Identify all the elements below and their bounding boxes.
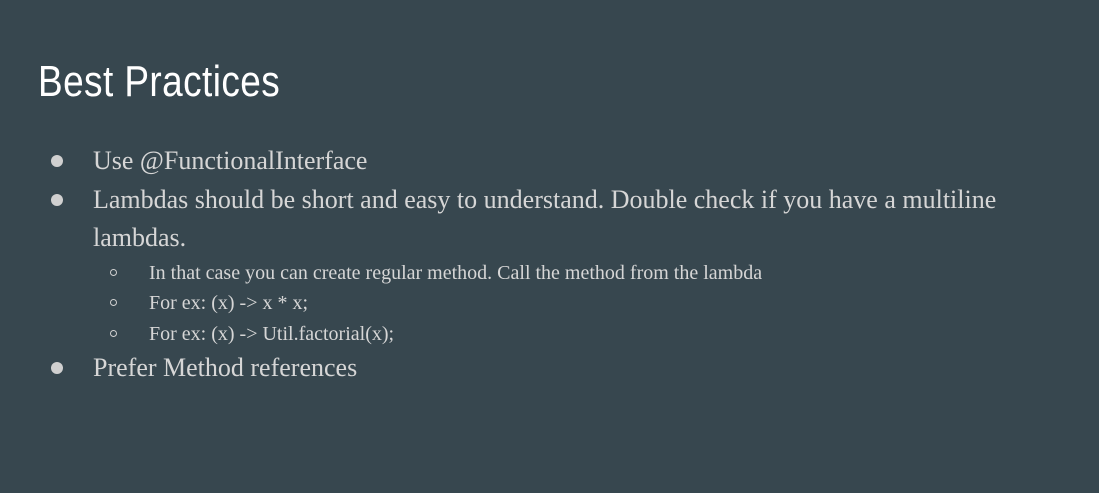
sub-bullet-item: In that case you can create regular meth… — [0, 258, 1099, 289]
bullet-item: Lambdas should be short and easy to unde… — [0, 181, 1013, 258]
sub-bullet-text: In that case you can create regular meth… — [149, 261, 763, 284]
bullet-list: Use @FunctionalInterface Lambdas should … — [0, 142, 1099, 388]
bullet-item: Prefer Method references — [0, 349, 1013, 388]
bullet-text: Lambdas should be short and easy to unde… — [93, 184, 997, 253]
bullet-dot-icon — [51, 362, 63, 374]
slide: Best Practices Use @FunctionalInterface … — [0, 0, 1099, 493]
bullet-dot-icon — [51, 193, 63, 206]
bullet-item: Use @FunctionalInterface — [0, 142, 1013, 181]
hollow-bullet-icon — [110, 329, 117, 337]
sub-bullet-text: For ex: (x) -> x * x; — [149, 292, 309, 314]
bullet-text: Prefer Method references — [93, 353, 358, 382]
sub-bullet-item: For ex: (x) -> x * x; — [0, 288, 1099, 319]
bullet-dot-icon — [51, 155, 63, 167]
bullet-text: Use @FunctionalInterface — [93, 146, 368, 175]
sub-bullet-item: For ex: (x) -> Util.factorial(x); — [0, 319, 1099, 350]
slide-title: Best Practices — [38, 57, 281, 106]
hollow-bullet-icon — [110, 299, 117, 306]
hollow-bullet-icon — [110, 268, 117, 276]
sub-bullet-text: For ex: (x) -> Util.factorial(x); — [149, 322, 395, 345]
